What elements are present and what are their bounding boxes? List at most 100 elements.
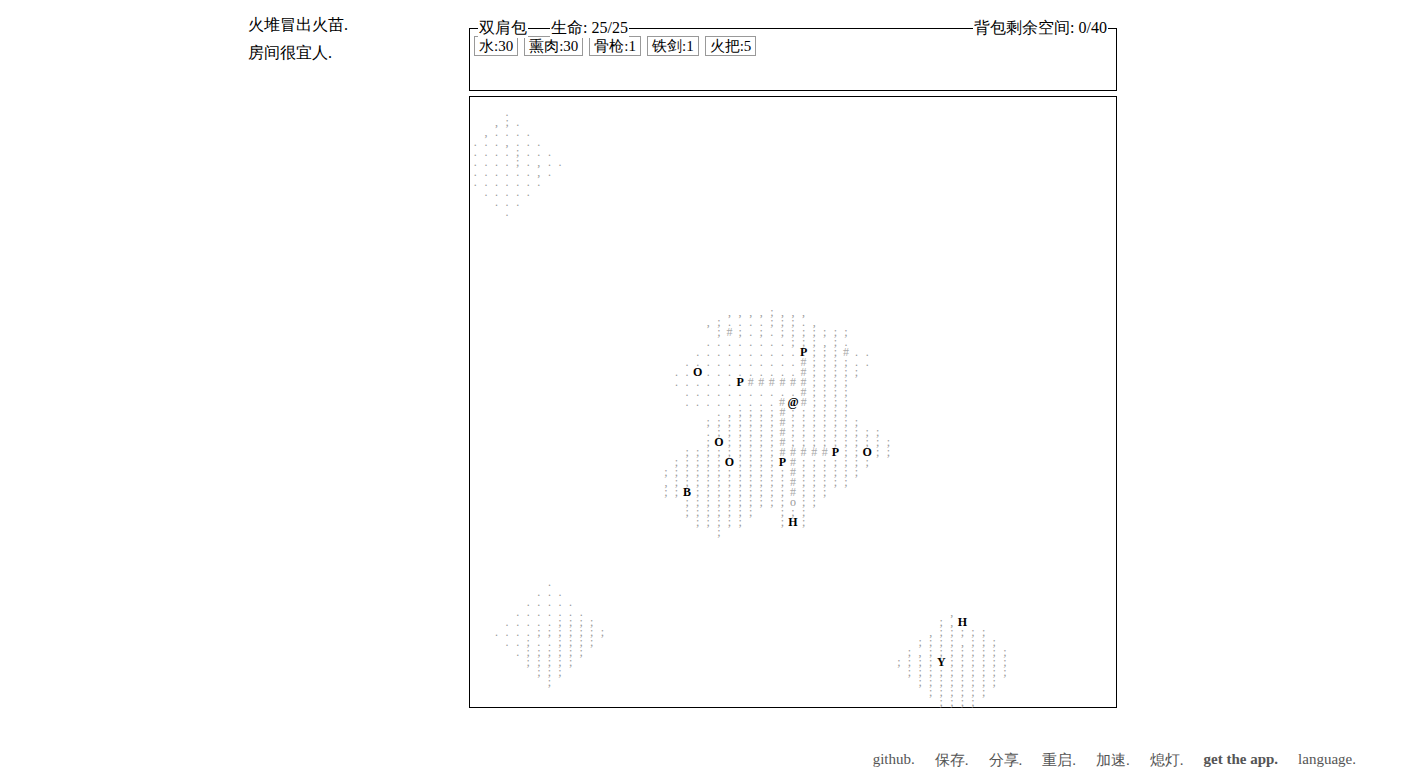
map-cell [661, 647, 672, 657]
menu-link[interactable]: 分享. [989, 751, 1023, 770]
backpack-item[interactable]: 骨枪:1 [589, 36, 641, 56]
map-cell [714, 607, 725, 617]
menu-link[interactable]: 熄灯. [1150, 751, 1184, 770]
map-terrain: . [745, 317, 756, 327]
map-terrain: ; [809, 397, 820, 407]
map-cell [586, 517, 597, 527]
map-terrain: , [534, 167, 545, 177]
map-terrain: ; [714, 517, 725, 527]
map-terrain: . [544, 597, 555, 607]
map-cell [639, 527, 650, 537]
map-cell [904, 627, 915, 637]
map-cell [502, 517, 513, 527]
map-cell [597, 357, 608, 367]
map-cell [703, 697, 714, 707]
map-cell [555, 697, 566, 707]
map-terrain: ; [692, 467, 703, 477]
map-terrain: ; [724, 467, 735, 477]
map-cell [523, 667, 534, 677]
map-cell [470, 317, 481, 327]
map-row [470, 277, 1116, 287]
map-terrain: ; [777, 507, 788, 517]
map-cell [819, 677, 830, 687]
backpack-item[interactable]: 铁剑:1 [647, 36, 699, 56]
map-terrain: ; [735, 497, 746, 507]
map-cell [597, 437, 608, 447]
map-cell [523, 507, 534, 517]
menu-link[interactable]: github. [873, 751, 915, 770]
map-terrain: , [947, 607, 958, 617]
map-terrain: . [735, 357, 746, 367]
map-cell [639, 327, 650, 337]
map-cell [851, 687, 862, 697]
map-cell [650, 317, 661, 327]
backpack-item[interactable]: 火把:5 [705, 36, 757, 56]
map-terrain: ; [809, 417, 820, 427]
map-cell [756, 517, 767, 527]
map-cell [491, 457, 502, 467]
map-cell [618, 397, 629, 407]
menu-link[interactable]: language. [1298, 751, 1356, 770]
map-cell [470, 587, 481, 597]
map-terrain: ; [819, 367, 830, 377]
map-terrain: ; [819, 457, 830, 467]
map-terrain: ; [809, 427, 820, 437]
map-cell [883, 687, 894, 697]
map-terrain: ; [714, 327, 725, 337]
map-terrain: . [481, 157, 492, 167]
map-terrain: ; [756, 497, 767, 507]
map-terrain: ; [692, 497, 703, 507]
map-cell [597, 657, 608, 667]
map-cell [576, 397, 587, 407]
backpack-item[interactable]: 水:30 [474, 36, 518, 56]
map-cell [512, 317, 523, 327]
map-cell [491, 647, 502, 657]
map-cell [523, 357, 534, 367]
map-cell [565, 697, 576, 707]
map-cell [597, 427, 608, 437]
map-terrain: ; [936, 637, 947, 647]
menu-link[interactable]: get the app. [1204, 751, 1279, 770]
map-row: ;;;;;;; ;;; [470, 507, 1116, 517]
menu-link[interactable]: 重启. [1042, 751, 1076, 770]
map-cell [714, 687, 725, 697]
map-cell [650, 677, 661, 687]
map-cell [756, 637, 767, 647]
map-terrain: . [703, 387, 714, 397]
map-cell [512, 597, 523, 607]
menu-link[interactable]: 保存. [935, 751, 969, 770]
map-terrain: . [756, 357, 767, 367]
map-terrain: . [735, 397, 746, 407]
map-cell [788, 637, 799, 647]
map-cell [544, 337, 555, 347]
map-terrain: ; [830, 397, 841, 407]
map-cell [544, 347, 555, 357]
map-terrain: ; [809, 437, 820, 447]
map-terrain: ; [798, 467, 809, 477]
map-terrain: . [544, 617, 555, 627]
map-cell [671, 417, 682, 427]
map-cell [682, 677, 693, 687]
map-cell [756, 607, 767, 617]
map-cell [534, 417, 545, 427]
map-cell [671, 397, 682, 407]
map-terrain: . [576, 607, 587, 617]
menu-link[interactable]: 加速. [1096, 751, 1130, 770]
map-cell [650, 477, 661, 487]
map-terrain: . [512, 117, 523, 127]
map-cell [544, 387, 555, 397]
backpack-item[interactable]: 熏肉:30 [524, 36, 583, 56]
map-cell [491, 347, 502, 357]
map-terrain: ; [830, 457, 841, 467]
map-road: # [788, 447, 799, 457]
map-terrain: ; [936, 677, 947, 687]
map-cell [470, 497, 481, 507]
map-road: # [777, 407, 788, 417]
map-cell [586, 307, 597, 317]
map-row [470, 97, 1116, 107]
map-cell [756, 677, 767, 687]
map-cell [470, 357, 481, 367]
map-cell [523, 327, 534, 337]
map-cell [830, 667, 841, 677]
map-cell [512, 677, 523, 687]
